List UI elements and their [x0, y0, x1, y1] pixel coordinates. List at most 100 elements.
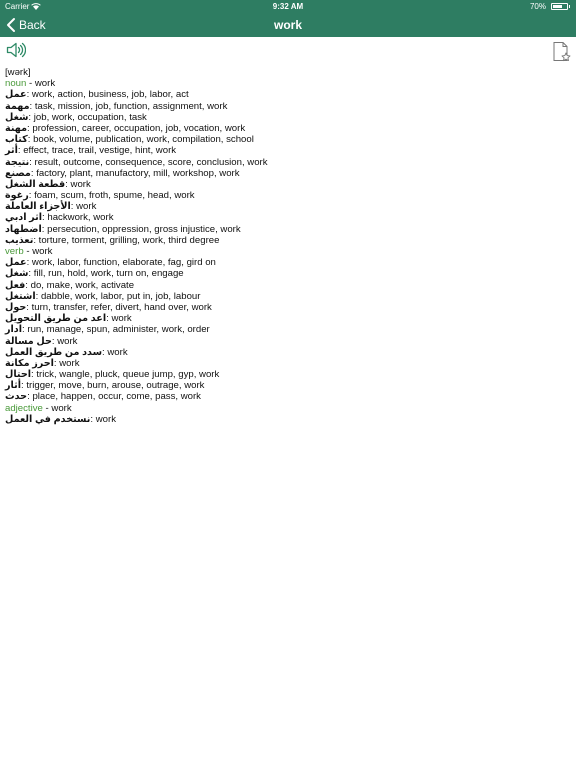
arabic-term: مهنة: [5, 122, 28, 134]
english-meanings: run, manage, spun, administer, work, ord…: [27, 324, 210, 336]
part-of-speech-label: adjective: [5, 402, 43, 414]
translation-groups: noun - work عمل: work, action, business, …: [5, 78, 565, 425]
english-meanings: work: [76, 201, 97, 213]
arabic-term: كتاب: [5, 134, 28, 146]
english-meanings: profession, career, occupation, job, voc…: [32, 122, 246, 134]
arabic-term: اثر ادبي: [5, 212, 43, 224]
part-of-speech-row: verb - work: [5, 246, 53, 257]
english-meanings: task, mission, job, function, assignment…: [34, 100, 228, 112]
arabic-term: اشتغل: [5, 290, 36, 302]
translation-row: تعذيب: torture, torment, grilling, work,…: [5, 234, 220, 246]
translation-row: مهمة: task, mission, job, function, assi…: [5, 100, 228, 112]
arabic-term: اضطهاد: [5, 223, 42, 235]
english-meanings: work: [59, 357, 80, 369]
status-time: 9:32 AM: [272, 2, 304, 11]
page-title: work: [273, 18, 302, 32]
speaker-icon[interactable]: [6, 41, 26, 59]
translation-row: قطعة الشغل: work: [5, 178, 91, 190]
translation-row: كتاب: book, volume, publication, work, c…: [5, 134, 254, 146]
english-meanings: trigger, move, burn, arouse, outrage, wo…: [26, 380, 205, 392]
arabic-term: أثر: [5, 145, 18, 157]
arabic-term: قطعة الشغل: [5, 178, 66, 190]
english-meanings: foam, scum, froth, spume, head, work: [34, 190, 195, 202]
translation-row: مهنة: profession, career, occupation, jo…: [5, 122, 246, 134]
back-label: Back: [19, 18, 46, 32]
english-meanings: effect, trace, trail, vestige, hint, wor…: [23, 145, 177, 157]
english-meanings: torture, torment, grilling, work, third …: [38, 234, 220, 246]
part-of-speech-label: verb: [5, 246, 24, 257]
arabic-term: الأجزاء العاملة: [5, 201, 71, 213]
translation-row: اثر ادبي: hackwork, work: [5, 212, 114, 224]
arabic-term: اعد من طريق التحويل: [5, 313, 107, 325]
english-meanings: turn, transfer, refer, divert, hand over…: [31, 301, 212, 313]
english-meanings: work, action, business, job, labor, act: [31, 89, 189, 101]
translation-row: فعل: do, make, work, activate: [5, 279, 135, 291]
translation-row: حل مسالة: work: [5, 335, 78, 347]
english-meanings: factory, plant, manufactory, mill, works…: [36, 167, 240, 179]
translation-row: سدد من طريق العمل: work: [5, 346, 128, 358]
arabic-term: عمل: [5, 89, 27, 101]
part-of-speech-row: noun - work: [5, 78, 56, 90]
english-meanings: book, volume, publication, work, compila…: [33, 134, 254, 146]
arabic-term: ادار: [5, 324, 23, 336]
english-meanings: hackwork, work: [47, 212, 114, 224]
english-meanings: persecution, oppression, gross injustice…: [47, 223, 241, 235]
english-meanings: work: [107, 346, 128, 358]
translation-row: اضطهاد: persecution, oppression, gross i…: [5, 223, 241, 235]
english-meanings: work: [70, 178, 91, 190]
english-meanings: work: [57, 335, 78, 347]
arabic-term: نستخدم في العمل: [5, 413, 91, 425]
translation-row: الأجزاء العاملة: work: [5, 201, 97, 213]
translation-row: أثار: trigger, move, burn, arouse, outra…: [5, 380, 205, 392]
arabic-term: نتيجة: [5, 156, 30, 168]
navigation-bar: Back work: [0, 13, 576, 37]
translation-row: احتال: trick, wangle, pluck, queue jump,…: [5, 369, 220, 381]
english-meanings: dabble, work, labor, put in, job, labour: [40, 290, 201, 302]
translation-row: عمل: work, action, business, job, labor,…: [5, 89, 189, 101]
english-meanings: work: [95, 413, 116, 425]
translation-row: احرز مكانة: work: [5, 357, 80, 369]
battery-percent: 70%: [529, 2, 546, 11]
translation-row: مصنع: factory, plant, manufactory, mill,…: [5, 167, 240, 179]
headword: work: [34, 78, 56, 90]
battery-icon: [551, 3, 570, 10]
back-button[interactable]: Back: [4, 13, 46, 37]
bookmark-star-icon[interactable]: [551, 41, 571, 63]
translation-row: شغل: job, work, occupation, task: [5, 111, 147, 123]
translation-row: نستخدم في العمل: work: [5, 413, 116, 425]
translation-row: حدث: place, happen, occur, come, pass, w…: [5, 391, 201, 403]
english-meanings: fill, run, hold, work, turn on, engage: [33, 268, 184, 280]
translation-row: شغل: fill, run, hold, work, turn on, eng…: [5, 268, 184, 280]
translation-row: حول: turn, transfer, refer, divert, hand…: [5, 301, 212, 313]
arabic-term: حل مسالة: [5, 335, 52, 347]
status-bar: Carrier 9:32 AM 70%: [0, 0, 576, 13]
headword: work: [51, 402, 72, 414]
translation-row: رغوة: foam, scum, froth, spume, head, wo…: [5, 190, 195, 202]
arabic-term: مهمة: [5, 100, 30, 112]
translation-row: عمل: work, labor, function, elaborate, f…: [5, 257, 216, 269]
arabic-term: رغوة: [5, 190, 29, 202]
translation-row: اعد من طريق التحويل: work: [5, 313, 132, 325]
arabic-term: سدد من طريق العمل: [5, 346, 103, 358]
translation-row: أثر: effect, trace, trail, vestige, hint…: [5, 145, 177, 157]
arabic-term: أثار: [5, 380, 22, 392]
arabic-term: احرز مكانة: [5, 357, 54, 369]
arabic-term: مصنع: [5, 167, 31, 179]
english-meanings: work, labor, function, elaborate, fag, g…: [31, 257, 216, 269]
arabic-term: حول: [5, 301, 27, 313]
english-meanings: place, happen, occur, come, pass, work: [32, 391, 201, 403]
arabic-term: عمل: [5, 257, 27, 269]
english-meanings: job, work, occupation, task: [33, 111, 147, 123]
translation-row: اشتغل: dabble, work, labor, put in, job,…: [5, 290, 201, 302]
english-meanings: trick, wangle, pluck, queue jump, gyp, w…: [36, 369, 220, 381]
translation-row: نتيجة: result, outcome, consequence, sco…: [5, 156, 268, 168]
arabic-term: فعل: [5, 279, 26, 291]
arabic-term: شغل: [5, 111, 29, 123]
arabic-term: شغل: [5, 268, 29, 280]
entry-content: [wərk] noun - work عمل: work, action, bus…: [5, 67, 565, 425]
english-meanings: result, outcome, consequence, score, con…: [34, 156, 268, 168]
english-meanings: work: [111, 313, 132, 325]
arabic-term: احتال: [5, 369, 32, 381]
part-of-speech-row: adjective - work: [5, 402, 72, 414]
transcription: [wərk]: [5, 67, 31, 78]
